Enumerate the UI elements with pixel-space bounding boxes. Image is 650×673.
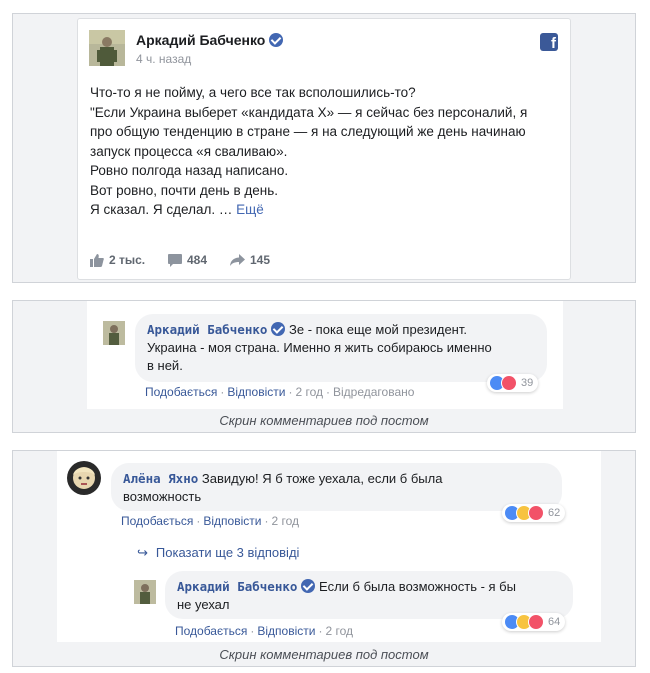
comment-reply-button[interactable]: Відповісти (227, 385, 285, 399)
post-stats-bar: 2 тыс. 484 145 (78, 253, 570, 277)
comment-edited-label[interactable]: Відредаговано (333, 385, 414, 399)
reply-text-line: Если б была возможность - я бы (319, 579, 516, 594)
comment-panel: Аркадий Бабченко Зе - пока еще мой прези… (87, 301, 563, 409)
love-reaction-icon (528, 505, 544, 521)
post-text-line: запуск процесса «я сваливаю». (90, 143, 288, 159)
comment-text-line: возможность (123, 489, 202, 504)
reply-author-avatar[interactable] (134, 580, 156, 604)
love-reaction-icon (501, 375, 517, 391)
reply-reply-button[interactable]: Відповісти (257, 624, 315, 638)
verified-icon (271, 322, 286, 336)
reaction-count: 39 (521, 377, 534, 389)
comment-author-name[interactable]: Аркадий Бабченко (147, 322, 267, 337)
comment-bubble: Аркадий Бабченко Зе - пока еще мой прези… (135, 314, 547, 382)
comment-reply-button[interactable]: Відповісти (203, 514, 261, 528)
post-text-line: Ровно полгода назад написано. (90, 163, 289, 178)
show-more-replies-link[interactable]: ↪ Показати ще 3 відповіді (137, 545, 299, 561)
reply-arrow-icon: ↪ (137, 545, 148, 560)
likes-count: 2 тыс. (109, 253, 146, 267)
verified-icon (301, 579, 316, 593)
comment-like-button[interactable]: Подобається (121, 514, 193, 528)
post-text-line: Вот ровно, почти день в день. (90, 182, 279, 198)
shares-count-button[interactable]: 145 (230, 253, 270, 267)
comment-screenshot-frame-2: Алёна Яхно Завидую! Я б тоже уехала, есл… (12, 450, 636, 667)
comment-time[interactable]: 2 год (295, 385, 323, 399)
comment-text-line: Украина - моя страна. Именно я жить соби… (147, 340, 492, 355)
reply-author-name[interactable]: Аркадий Бабченко (177, 579, 297, 594)
post-screenshot-frame: Аркадий Бабченко 4 ч. назад f Что-то я н… (12, 13, 636, 283)
comment-author-name[interactable]: Алёна Яхно (123, 471, 198, 486)
caption: Скрин комментариев под постом (219, 413, 429, 428)
post-text-line: Что-то я не пойму, а чего все так всполо… (90, 85, 416, 100)
comment-panel: Алёна Яхно Завидую! Я б тоже уехала, есл… (57, 451, 601, 642)
post-author-avatar[interactable] (89, 30, 125, 66)
comment-icon (168, 253, 182, 267)
verified-icon (269, 33, 284, 47)
reactions-summary[interactable]: 64 (502, 613, 566, 631)
post-card: Аркадий Бабченко 4 ч. назад f Что-то я н… (77, 18, 571, 280)
love-reaction-icon (528, 614, 544, 630)
reactions-summary[interactable]: 39 (487, 374, 539, 392)
like-icon (90, 253, 104, 267)
comment-text-line: Зе - пока еще мой президент. (289, 322, 467, 337)
comment-text-line: Завидую! Я б тоже уехала, если б была (201, 471, 443, 486)
comment-bubble: Алёна Яхно Завидую! Я б тоже уехала, есл… (111, 463, 562, 511)
see-more-link[interactable]: Ещё (236, 202, 264, 217)
post-author-name[interactable]: Аркадий Бабченко (136, 32, 284, 48)
post-text-line: про общую тенденцию в стране — я на след… (90, 124, 526, 139)
comments-count: 484 (187, 253, 208, 267)
comment-time[interactable]: 2 год (271, 514, 299, 528)
reply-text-line: не уехал (177, 597, 230, 612)
reply-actions: Подобається · Відповісти · 2 год (175, 624, 353, 638)
comment-actions: Подобається · Відповісти · 2 год (121, 514, 299, 528)
comments-count-button[interactable]: 484 (168, 253, 207, 267)
share-icon (230, 254, 245, 266)
show-more-replies-label[interactable]: Показати ще 3 відповіді (156, 545, 300, 560)
post-timestamp[interactable]: 4 ч. назад (136, 52, 191, 66)
comment-text-line: в ней. (147, 358, 183, 373)
likes-count-button[interactable]: 2 тыс. (90, 253, 145, 267)
post-author-label[interactable]: Аркадий Бабченко (136, 32, 265, 48)
reply-like-button[interactable]: Подобається (175, 624, 247, 638)
post-text-line: "Если Украина выберет «кандидата Х» — я … (90, 104, 528, 120)
comment-like-button[interactable]: Подобається (145, 385, 217, 399)
reaction-count: 64 (548, 616, 561, 628)
post-text-line: Я сказал. Я сделал. … Ещё (90, 200, 560, 220)
comment-author-avatar[interactable] (67, 461, 101, 495)
facebook-icon: f (540, 33, 558, 51)
reply-time[interactable]: 2 год (325, 624, 353, 638)
comment-author-avatar[interactable] (103, 321, 125, 345)
caption: Скрин комментариев под постом (219, 647, 429, 662)
shares-count: 145 (250, 253, 271, 267)
comment-screenshot-frame-1: Аркадий Бабченко Зе - пока еще мой прези… (12, 300, 636, 433)
reactions-summary[interactable]: 62 (502, 504, 566, 522)
post-text: Что-то я не пойму, а чего все так всполо… (90, 83, 560, 220)
post-text-last: Я сказал. Я сделал. … (90, 202, 233, 217)
reaction-count: 62 (548, 507, 561, 519)
reply-bubble: Аркадий Бабченко Если б была возможность… (165, 571, 573, 619)
comment-actions: Подобається · Відповісти · 2 год · Відредагова… (145, 385, 415, 399)
